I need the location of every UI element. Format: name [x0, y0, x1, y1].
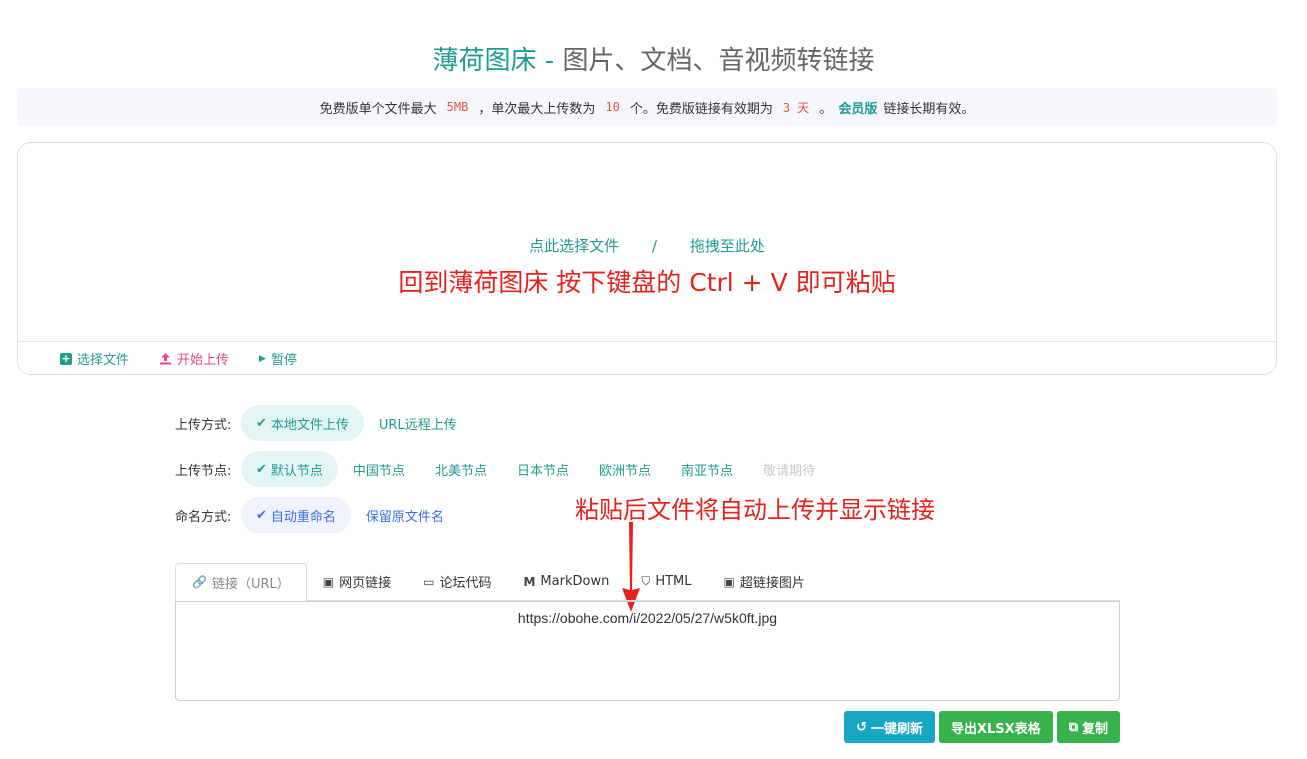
option-label: 日本节点: [516, 463, 569, 479]
notice-text: 链接长期有效。: [883, 101, 975, 117]
node-default[interactable]: ✔ 默认节点: [241, 451, 338, 487]
check-icon: ✔: [256, 507, 267, 523]
notice-text: 个。免费版链接有效期为: [629, 101, 773, 117]
annotation-text: 粘贴后文件将自动上传并显示链接: [575, 496, 935, 524]
link-output-textarea[interactable]: https://obohe.com/i/2022/05/27/w5k0ft.jp…: [175, 601, 1120, 701]
upload-method-label: 上传方式:: [175, 417, 232, 433]
naming-row: 命名方式: ✔ 自动重命名 保留原文件名: [175, 497, 459, 533]
notice-days: 3 天: [782, 100, 810, 115]
tab-label: 链接（URL）: [211, 576, 290, 592]
check-icon: ✔: [256, 461, 267, 477]
output-actions: ↺ 一键刷新 导出XLSX表格 ⧉ 复制: [844, 711, 1120, 743]
page-title: 薄荷图床 - 图片、文档、音视频转链接: [0, 40, 1307, 77]
play-triangle-icon: ▶: [259, 353, 266, 364]
pause-label: 暂停: [270, 353, 297, 368]
node-japan[interactable]: 日本节点: [502, 451, 584, 487]
option-label: URL远程上传: [378, 417, 457, 433]
tab-label: 超链接图片: [739, 576, 805, 591]
select-file-link[interactable]: 点此选择文件: [529, 237, 619, 255]
link-format-tabs: 🔗 链接（URL） ▣ 网页链接 ▭ 论坛代码 M MarkDown ⛉ HTML ▣ 超链…: [175, 563, 1120, 601]
html5-icon: ⛉: [641, 574, 651, 588]
option-label: 中国节点: [352, 463, 405, 479]
upload-method-local[interactable]: ✔ 本地文件上传: [241, 405, 364, 441]
tab-label: 论坛代码: [439, 576, 492, 591]
copy-icon: ⧉: [1068, 719, 1078, 735]
node-europe[interactable]: 欧洲节点: [584, 451, 666, 487]
paste-hint: 回到薄荷图床 按下键盘的 Ctrl + V 即可粘贴: [398, 268, 896, 297]
tab-html[interactable]: ⛉ HTML: [625, 563, 707, 600]
check-icon: ✔: [256, 415, 267, 431]
notice-count: 10: [605, 100, 620, 114]
tab-url[interactable]: 🔗 链接（URL）: [175, 563, 307, 601]
brand-name: 薄荷图床: [432, 46, 537, 76]
picture-icon: ▣: [723, 574, 735, 589]
upload-node-row: 上传节点: ✔ 默认节点 中国节点 北美节点 日本节点 欧洲节点 南亚节点 敬请期…: [175, 451, 830, 487]
dropzone-instructions: 点此选择文件 / 拖拽至此处: [18, 235, 1276, 256]
start-upload-button[interactable]: 开始上传: [159, 349, 229, 368]
slash-divider: /: [651, 237, 658, 255]
naming-auto-rename[interactable]: ✔ 自动重命名: [241, 497, 351, 533]
notice-text: ，单次最大上传数为: [478, 101, 596, 117]
node-coming-soon: 敬请期待: [748, 451, 830, 487]
naming-keep-original[interactable]: 保留原文件名: [351, 497, 459, 533]
image-icon: ▣: [322, 574, 335, 589]
node-north-america[interactable]: 北美节点: [420, 451, 502, 487]
upload-toolbar: + 选择文件 开始上传 ▶ 暂停: [18, 341, 1276, 375]
plus-square-icon: +: [60, 351, 72, 365]
notice-text: 。: [819, 101, 833, 117]
page-subtitle: 图片、文档、音视频转链接: [562, 46, 875, 76]
option-label: 北美节点: [434, 463, 487, 479]
option-label: 南亚节点: [680, 463, 733, 479]
notice-text: 免费版单个文件最大: [319, 101, 437, 117]
upload-node-label: 上传节点:: [175, 463, 232, 479]
notice-size: 5MB: [446, 100, 469, 114]
upload-method-row: 上传方式: ✔ 本地文件上传 URL远程上传: [175, 405, 472, 441]
node-china[interactable]: 中国节点: [338, 451, 420, 487]
link-icon: 🔗: [192, 575, 207, 589]
drag-here-text: 拖拽至此处: [689, 237, 765, 255]
copy-button[interactable]: ⧉ 复制: [1056, 711, 1120, 743]
tab-web-link[interactable]: ▣ 网页链接: [307, 563, 407, 600]
tab-label: MarkDown: [540, 574, 610, 589]
option-label: 默认节点: [270, 463, 323, 479]
option-label: 欧洲节点: [598, 463, 651, 479]
title-separator: -: [536, 46, 563, 76]
refresh-icon: ↺: [856, 719, 867, 735]
option-label: 本地文件上传: [270, 417, 349, 433]
copy-label: 复制: [1081, 721, 1108, 737]
select-file-label: 选择文件: [77, 353, 130, 368]
node-south-asia[interactable]: 南亚节点: [666, 451, 748, 487]
export-label: 导出XLSX表格: [950, 721, 1041, 737]
option-label: 保留原文件名: [365, 509, 444, 525]
refresh-label: 一键刷新: [870, 721, 923, 737]
start-upload-label: 开始上传: [177, 353, 230, 368]
markdown-icon: M: [523, 574, 536, 589]
tab-label: HTML: [655, 574, 692, 589]
tab-hyperlink-image[interactable]: ▣ 超链接图片: [708, 563, 821, 600]
comment-icon: ▭: [423, 574, 435, 589]
tab-markdown[interactable]: M MarkDown: [507, 563, 625, 600]
select-file-button[interactable]: + 选择文件: [60, 349, 129, 368]
pause-button[interactable]: ▶ 暂停: [259, 349, 297, 368]
tab-label: 网页链接: [339, 576, 392, 591]
vip-link[interactable]: 会员版: [838, 98, 877, 117]
option-label: 敬请期待: [763, 463, 816, 479]
export-xlsx-button[interactable]: 导出XLSX表格: [938, 711, 1053, 743]
tab-forum-code[interactable]: ▭ 论坛代码: [407, 563, 507, 600]
limits-notice: 免费版单个文件最大 5MB ，单次最大上传数为 10 个。免费版链接有效期为 3…: [17, 88, 1277, 126]
upload-dropzone[interactable]: 点此选择文件 / 拖拽至此处 回到薄荷图床 按下键盘的 Ctrl + V 即可粘…: [17, 142, 1277, 375]
upload-icon: [160, 353, 172, 365]
naming-label: 命名方式:: [175, 509, 232, 525]
upload-method-url[interactable]: URL远程上传: [364, 405, 472, 441]
refresh-button[interactable]: ↺ 一键刷新: [844, 711, 935, 743]
option-label: 自动重命名: [270, 509, 336, 525]
